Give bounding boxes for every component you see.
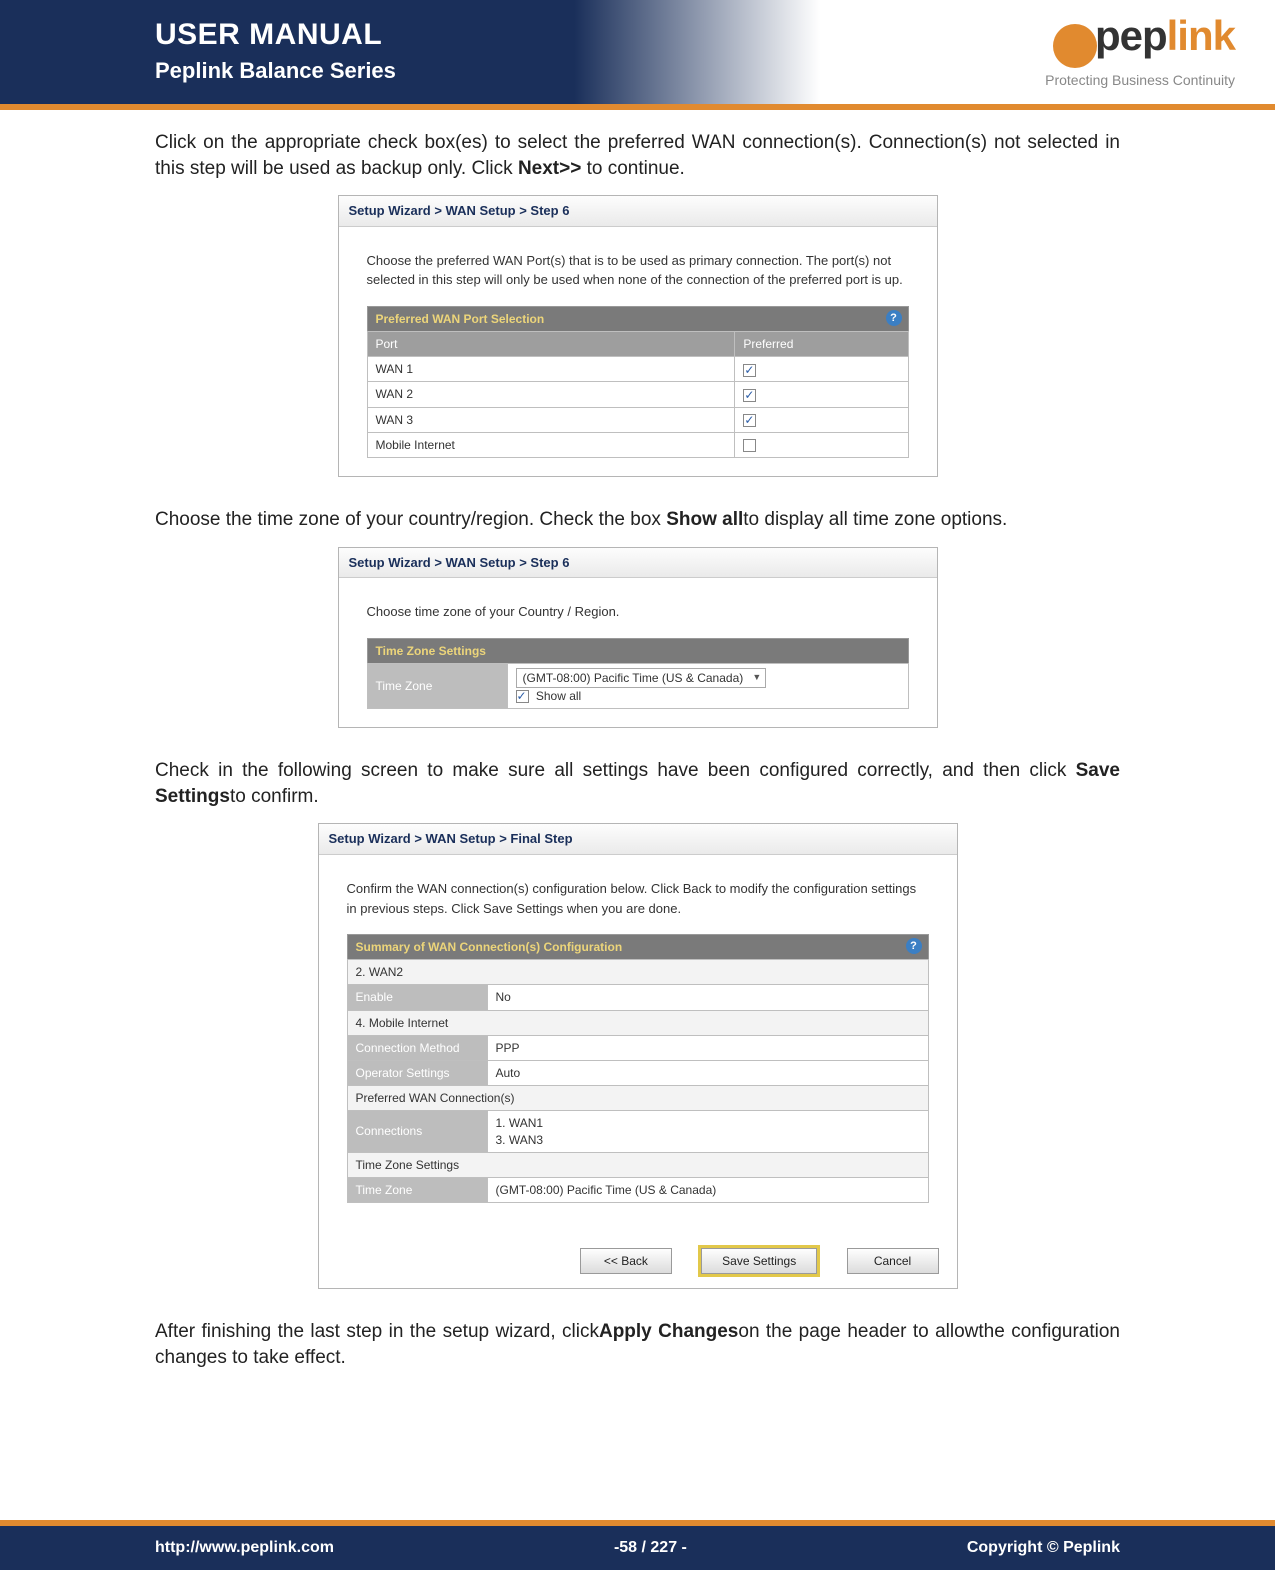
back-button[interactable]: << Back [580, 1248, 672, 1274]
table-row: Mobile Internet [367, 432, 908, 457]
wizard-description: Choose the preferred WAN Port(s) that is… [367, 251, 909, 290]
panel-title: Summary of WAN Connection(s) Configurati… [347, 934, 929, 959]
button-row: << Back Save Settings Cancel [319, 1221, 957, 1288]
page-body: Click on the appropriate check box(es) t… [0, 110, 1275, 1520]
header-titleblock: USER MANUAL Peplink Balance Series [0, 0, 820, 104]
save-settings-button[interactable]: Save Settings [701, 1248, 817, 1274]
paragraph-2: Choose the time zone of your country/reg… [155, 507, 1120, 533]
page-header: USER MANUAL Peplink Balance Series pepli… [0, 0, 1275, 110]
brand-name: peplink [1095, 12, 1235, 59]
col-preferred: Preferred [735, 332, 908, 357]
checkbox-showall[interactable] [516, 690, 529, 703]
timezone-cell: (GMT-08:00) Pacific Time (US & Canada) S… [507, 663, 908, 708]
table-row: WAN 3 [367, 407, 908, 432]
paragraph-1: Click on the appropriate check box(es) t… [155, 130, 1120, 181]
wizard-preferred-wan: Setup Wizard > WAN Setup > Step 6 Choose… [338, 195, 938, 477]
wizard-timezone: Setup Wizard > WAN Setup > Step 6 Choose… [338, 547, 938, 729]
section-header: 2. WAN2 [347, 960, 928, 985]
logo-circle-icon [1053, 24, 1097, 68]
brand-tagline: Protecting Business Continuity [1045, 72, 1235, 88]
footer-url: http://www.peplink.com [155, 1539, 334, 1557]
wizard-summary: Setup Wizard > WAN Setup > Final Step Co… [318, 823, 958, 1289]
table-row: WAN 1 [367, 357, 908, 382]
col-port: Port [367, 332, 735, 357]
table-row: Connection Method PPP [347, 1035, 928, 1060]
table-row: Time Zone (GMT-08:00) Pacific Time (US &… [367, 663, 908, 708]
table-row: WAN 2 [367, 382, 908, 407]
section-header: 4. Mobile Internet [347, 1010, 928, 1035]
help-icon[interactable]: ? [886, 310, 902, 326]
footer-copyright: Copyright © Peplink [967, 1539, 1120, 1557]
wan-port-table: Port Preferred WAN 1 WAN 2 WAN 3 [367, 331, 909, 458]
showall-label: Show all [536, 689, 581, 703]
table-row: Operator Settings Auto [347, 1060, 928, 1085]
paragraph-4: After finishing the last step in the set… [155, 1319, 1120, 1370]
page-footer: http://www.peplink.com -58 / 227 - Copyr… [0, 1520, 1275, 1570]
wizard-description: Confirm the WAN connection(s) configurat… [347, 879, 929, 918]
breadcrumb: Setup Wizard > WAN Setup > Final Step [319, 824, 957, 855]
checkbox-wan1[interactable] [743, 364, 756, 377]
panel-title: Time Zone Settings [367, 638, 909, 663]
breadcrumb: Setup Wizard > WAN Setup > Step 6 [339, 196, 937, 227]
manual-subtitle: Peplink Balance Series [155, 58, 820, 84]
footer-page: -58 / 227 - [614, 1539, 687, 1557]
checkbox-mobile[interactable] [743, 439, 756, 452]
wizard-description: Choose time zone of your Country / Regio… [367, 602, 909, 622]
table-row: Connections 1. WAN1 3. WAN3 [347, 1111, 928, 1152]
section-header: Preferred WAN Connection(s) [347, 1086, 928, 1111]
section-header: Time Zone Settings [347, 1152, 928, 1177]
breadcrumb: Setup Wizard > WAN Setup > Step 6 [339, 548, 937, 579]
table-row: Enable No [347, 985, 928, 1010]
checkbox-wan2[interactable] [743, 389, 756, 402]
table-row: Time Zone (GMT-08:00) Pacific Time (US &… [347, 1177, 928, 1202]
checkbox-wan3[interactable] [743, 414, 756, 427]
summary-table: 2. WAN2 Enable No 4. Mobile Internet Con… [347, 959, 929, 1203]
timezone-label: Time Zone [367, 663, 507, 708]
panel-title: Preferred WAN Port Selection ? [367, 306, 909, 331]
brand-logo: peplink Protecting Business Continuity [1045, 12, 1235, 88]
timezone-table: Time Zone (GMT-08:00) Pacific Time (US &… [367, 663, 909, 709]
timezone-select[interactable]: (GMT-08:00) Pacific Time (US & Canada) [516, 668, 767, 688]
paragraph-3: Check in the following screen to make su… [155, 758, 1120, 809]
manual-title: USER MANUAL [155, 18, 820, 52]
help-icon[interactable]: ? [906, 938, 922, 954]
cancel-button[interactable]: Cancel [847, 1248, 939, 1274]
